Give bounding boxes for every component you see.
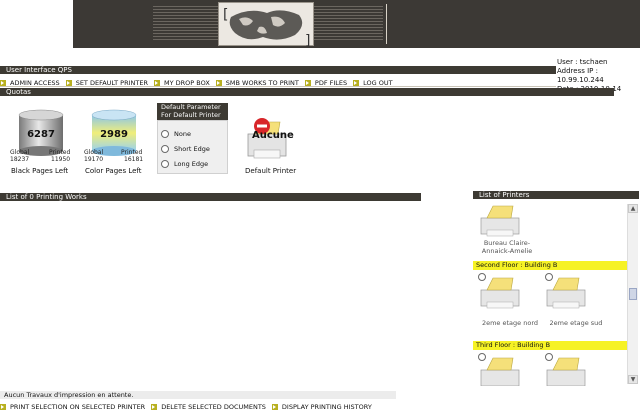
option-long-edge[interactable]: Long Edge (161, 160, 208, 168)
color-printed-label: Printed (121, 149, 143, 156)
black-printed-value: 11950 (51, 156, 71, 163)
printer-icon[interactable] (479, 204, 521, 238)
black-printed-label: Printed (49, 149, 71, 156)
printer-icon[interactable] (545, 356, 587, 386)
printers-list: Bureau Claire- Annaick-Amelie Second Flo… (473, 200, 639, 386)
color-global-value: 19170 (84, 156, 104, 163)
radio-button[interactable] (161, 145, 169, 153)
black-pages-left-value: 6287 (27, 129, 55, 140)
quotas-header: Quotas (0, 88, 614, 96)
banner-divider (386, 4, 387, 44)
floor-header-second: Second Floor : Building B (473, 261, 627, 270)
duplex-options: None Short Edge Long Edge (157, 120, 228, 174)
radio-button[interactable] (161, 160, 169, 168)
default-printer-value: Aucune (252, 130, 294, 141)
black-global-label: Global (10, 149, 30, 156)
globe-logo: [ ] (218, 2, 314, 47)
color-printed-value: 16181 (124, 156, 144, 163)
printer-icon[interactable] (479, 276, 521, 310)
banner-blank-area (0, 0, 73, 48)
printing-works-list (0, 201, 421, 389)
user-ip: Address IP : 10.99.10.244 (557, 67, 604, 84)
printing-works-header: List of 0 Printing Works (0, 193, 421, 201)
color-pages-left-label: Color Pages Left (85, 167, 142, 175)
option-short-edge[interactable]: Short Edge (161, 145, 210, 153)
display-history-button[interactable]: DISPLAY PRINTING HISTORY (271, 403, 372, 411)
black-pages-left-label: Black Pages Left (11, 167, 69, 175)
bottom-actions: PRINT SELECTION ON SELECTED PRINTER DELE… (0, 403, 378, 411)
radio-button[interactable] (161, 130, 169, 138)
arrow-icon (151, 404, 158, 410)
printer-icon[interactable] (545, 276, 587, 310)
app-title: User Interface QPS (6, 66, 72, 74)
option-none[interactable]: None (161, 130, 191, 138)
default-printer-label: Default Printer (245, 167, 297, 175)
print-selection-button[interactable]: PRINT SELECTION ON SELECTED PRINTER (0, 403, 145, 411)
svg-text:[: [ (223, 7, 228, 23)
no-jobs-message: Aucun Travaux d'impression en attente. (0, 391, 396, 399)
printer-icon[interactable] (479, 356, 521, 386)
scroll-thumb[interactable] (629, 288, 637, 300)
color-global-label: Global (84, 149, 104, 156)
printer-name-bureau: Bureau Claire- Annaick-Amelie (481, 239, 533, 255)
arrow-icon (271, 404, 278, 410)
header-banner: [ ] (73, 0, 640, 48)
default-parameter-header: Default Parameter For Default Printer (157, 103, 228, 120)
color-pages-left-value: 2989 (100, 129, 128, 140)
nav-divider (0, 86, 556, 87)
black-global-value: 18237 (10, 156, 30, 163)
app-title-bar: User Interface QPS (0, 66, 556, 74)
printers-list-header: List of Printers (473, 191, 639, 199)
user-name: User : tschaen (557, 58, 608, 66)
printers-scrollbar[interactable]: ▲ ▼ (627, 204, 638, 384)
scroll-down-icon[interactable]: ▼ (628, 375, 638, 384)
delete-selected-button[interactable]: DELETE SELECTED DOCUMENTS (151, 403, 266, 411)
printer-name-2nord: 2eme etage nord (481, 319, 539, 327)
svg-text:]: ] (305, 33, 310, 47)
floor-header-third: Third Floor : Building B (473, 341, 627, 350)
scroll-up-icon[interactable]: ▲ (628, 204, 638, 213)
printer-name-2sud: 2eme etage sud (549, 319, 603, 327)
arrow-icon (0, 404, 6, 410)
